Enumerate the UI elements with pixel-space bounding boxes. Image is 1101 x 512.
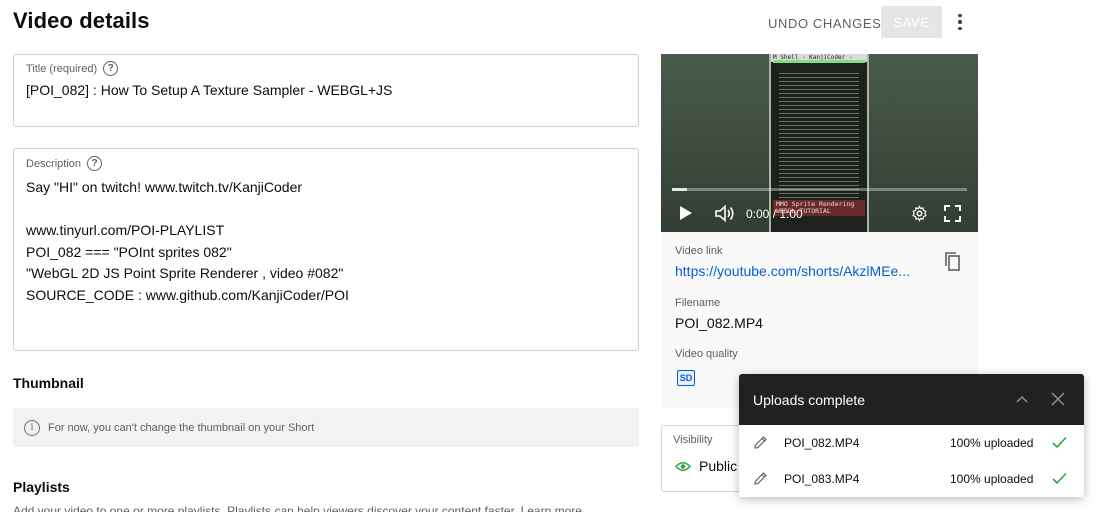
video-quality-label: Video quality: [675, 348, 738, 360]
check-icon: [1052, 436, 1067, 449]
uploads-header: Uploads complete: [739, 374, 1084, 425]
video-player[interactable]: M Shell - KanjiCoder - POI_082 MMO Sprit…: [661, 54, 978, 232]
description-line: Say "HI" on twitch! www.twitch.tv/KanjiC…: [26, 179, 303, 195]
playlists-subtext: Add your video to one or more playlists.…: [13, 504, 582, 512]
frame-bar: [773, 60, 865, 63]
description-label-row: Description ?: [26, 156, 103, 171]
upload-row[interactable]: POI_082.MP4 100% uploaded: [739, 425, 1084, 461]
undo-changes-button[interactable]: UNDO CHANGES: [760, 8, 889, 38]
title-field-label-row: Title (required) ?: [26, 61, 119, 76]
video-card: M Shell - KanjiCoder - POI_082 MMO Sprit…: [661, 54, 978, 408]
description-line: [26, 199, 349, 221]
video-frame: M Shell - KanjiCoder - POI_082 MMO Sprit…: [769, 54, 869, 232]
title-label: Title (required): [26, 62, 98, 75]
help-icon[interactable]: ?: [87, 156, 103, 171]
upload-filename: POI_083.MP4: [784, 472, 860, 486]
description-line: SOURCE_CODE : www.github.com/KanjiCoder/…: [26, 286, 349, 303]
progress-bar[interactable]: [672, 188, 967, 191]
progress-fill: [672, 188, 687, 191]
thumbnail-note: i For now, you can't change the thumbnai…: [13, 408, 639, 447]
description-line: www.tinyurl.com/POI-PLAYLIST: [26, 222, 225, 238]
upload-row[interactable]: POI_083.MP4 100% uploaded: [739, 461, 1084, 497]
volume-icon[interactable]: [715, 205, 735, 222]
filename-label: Filename: [675, 297, 721, 309]
time-display: 0:00 / 1:00: [746, 207, 803, 221]
visibility-value: Public: [699, 458, 738, 474]
eye-icon: [675, 461, 691, 471]
frame-content: [779, 70, 859, 202]
upload-filename: POI_082.MP4: [784, 436, 860, 450]
thumbnail-heading: Thumbnail: [13, 375, 84, 391]
page-title: Video details: [13, 8, 150, 33]
more-vert-icon[interactable]: [950, 10, 970, 34]
sd-quality-icon: SD: [677, 370, 695, 386]
description-label: Description: [26, 157, 82, 170]
fullscreen-icon[interactable]: [944, 205, 961, 222]
description-field[interactable]: Description ? Say "HI" on twitch! www.tw…: [13, 148, 639, 351]
pencil-icon[interactable]: [753, 471, 768, 486]
pencil-icon[interactable]: [753, 435, 768, 450]
help-icon[interactable]: ?: [103, 61, 119, 76]
gear-icon[interactable]: [911, 205, 928, 222]
uploads-panel: Uploads complete POI_082.MP4 100% upload…: [739, 374, 1084, 497]
playlists-heading: Playlists: [13, 479, 70, 495]
close-icon[interactable]: [1051, 392, 1065, 406]
video-link[interactable]: https://youtube.com/shorts/AkzlMEe...: [675, 263, 925, 279]
video-link-label: Video link: [675, 245, 723, 257]
uploads-title: Uploads complete: [753, 391, 866, 408]
check-icon: [1052, 472, 1067, 485]
upload-status: 100% uploaded: [950, 436, 1034, 450]
info-icon: i: [24, 419, 40, 436]
filename-value: POI_082.MP4: [675, 315, 763, 331]
title-input[interactable]: [POI_082] : How To Setup A Texture Sampl…: [26, 82, 392, 98]
save-button[interactable]: SAVE: [881, 6, 942, 38]
upload-status: 100% uploaded: [950, 472, 1034, 486]
title-field[interactable]: Title (required) ? [POI_082] : How To Se…: [13, 54, 639, 127]
description-input[interactable]: Say "HI" on twitch! www.twitch.tv/KanjiC…: [26, 177, 349, 306]
description-line: "WebGL 2D JS Point Sprite Renderer , vid…: [26, 265, 344, 281]
visibility-label: Visibility: [673, 434, 713, 446]
copy-icon[interactable]: [943, 251, 961, 272]
visibility-value-row: Public: [675, 458, 737, 474]
description-line: POI_082 === "POInt sprites 082": [26, 243, 232, 260]
play-icon[interactable]: [680, 206, 692, 220]
thumbnail-note-text: For now, you can't change the thumbnail …: [48, 421, 315, 434]
chevron-up-icon[interactable]: [1015, 392, 1029, 406]
